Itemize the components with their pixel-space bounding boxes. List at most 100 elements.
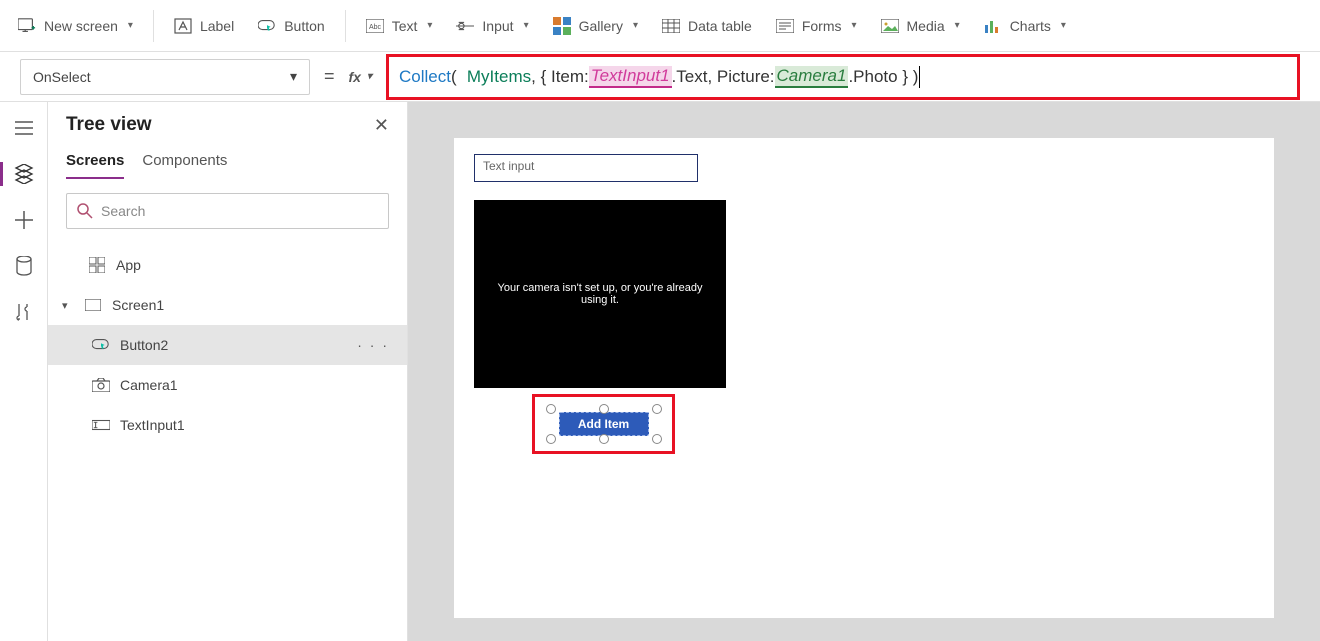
design-canvas[interactable]: Text input Your camera isn't set up, or … — [454, 138, 1274, 618]
resize-handle-sw[interactable] — [546, 434, 556, 444]
token-literal: , { Item: — [531, 67, 589, 87]
search-placeholder: Search — [101, 203, 145, 219]
button-icon — [258, 17, 276, 35]
tree-label: TextInput1 — [120, 417, 185, 433]
button-control-text: Button — [284, 18, 324, 34]
media-icon — [881, 17, 899, 35]
tree-node-screen1[interactable]: ▾ Screen1 — [48, 285, 407, 325]
gallery-button[interactable]: Gallery ▾ — [543, 11, 648, 41]
canvas-button[interactable]: Add Item — [559, 412, 649, 436]
resize-handle-ne[interactable] — [652, 404, 662, 414]
chevron-down-icon: ▾ — [427, 20, 432, 31]
close-icon[interactable]: ✕ — [374, 115, 389, 136]
input-icon — [456, 17, 474, 35]
new-screen-button[interactable]: New screen ▾ — [8, 11, 143, 41]
data-table-icon — [662, 17, 680, 35]
token-ref-textinput: TextInput1 — [589, 66, 672, 88]
canvas-area: Text input Your camera isn't set up, or … — [408, 102, 1320, 641]
property-selector[interactable]: OnSelect ▾ — [20, 59, 310, 95]
search-input[interactable]: Search — [66, 193, 389, 229]
text-cursor — [919, 66, 920, 88]
tree-node-camera1[interactable]: Camera1 — [48, 365, 407, 405]
resize-handle-s[interactable] — [599, 434, 609, 444]
forms-icon — [776, 17, 794, 35]
button-text: Add Item — [578, 417, 629, 431]
highlight-box: Add Item — [532, 394, 675, 454]
charts-button[interactable]: Charts ▾ — [974, 11, 1076, 41]
tree-node-button2[interactable]: Button2 · · · — [48, 325, 407, 365]
text-label: Text — [392, 18, 418, 34]
tree-view-panel: Tree view ✕ Screens Components Search Ap… — [48, 102, 408, 641]
charts-icon — [984, 17, 1002, 35]
tools-icon[interactable] — [12, 300, 36, 324]
fx-button[interactable]: fx ▾ — [349, 69, 372, 85]
tab-components[interactable]: Components — [142, 152, 227, 179]
media-label: Media — [907, 18, 945, 34]
tree-label: App — [116, 257, 141, 273]
insert-icon[interactable] — [12, 208, 36, 232]
new-screen-label: New screen — [44, 18, 118, 34]
more-icon[interactable]: · · · — [357, 337, 389, 353]
textinput-icon — [92, 416, 110, 434]
divider — [345, 10, 346, 42]
canvas-camera[interactable]: Your camera isn't set up, or you're alre… — [474, 200, 726, 388]
tree-label: Button2 — [120, 337, 168, 353]
formula-input[interactable]: Collect( MyItems, { Item: TextInput1.Tex… — [386, 54, 1300, 100]
tree-tabs: Screens Components — [48, 136, 407, 179]
tree-view-icon[interactable] — [12, 162, 36, 186]
gallery-label: Gallery — [579, 18, 623, 34]
forms-button[interactable]: Forms ▾ — [766, 11, 867, 41]
property-name: OnSelect — [33, 69, 91, 85]
token-function: Collect — [399, 67, 451, 87]
active-indicator — [0, 162, 3, 186]
label-button[interactable]: Label — [164, 11, 244, 41]
tree-list: App ▾ Screen1 Button2 · · · Cam — [48, 239, 407, 445]
forms-label: Forms — [802, 18, 842, 34]
token-collection: MyItems — [467, 67, 531, 87]
input-button[interactable]: Input ▾ — [446, 11, 538, 41]
main-area: Tree view ✕ Screens Components Search Ap… — [0, 102, 1320, 641]
new-screen-icon — [18, 17, 36, 35]
data-icon[interactable] — [12, 254, 36, 278]
chevron-down-icon: ▾ — [524, 20, 529, 31]
tree-node-app[interactable]: App — [48, 245, 407, 285]
chevron-down-icon: ▾ — [955, 20, 960, 31]
data-table-button[interactable]: Data table — [652, 11, 762, 41]
text-icon: Abc — [366, 17, 384, 35]
token-paren: ( — [451, 67, 457, 87]
canvas-textinput[interactable]: Text input — [474, 154, 698, 182]
resize-handle-se[interactable] — [652, 434, 662, 444]
chevron-down-icon: ▾ — [128, 20, 133, 31]
media-button[interactable]: Media ▾ — [871, 11, 970, 41]
ribbon-toolbar: New screen ▾ Label Button Abc Text ▾ Inp… — [0, 0, 1320, 52]
token-literal: .Text, Picture: — [672, 67, 775, 87]
hamburger-icon[interactable] — [12, 116, 36, 140]
tab-screens[interactable]: Screens — [66, 152, 124, 179]
text-button[interactable]: Abc Text ▾ — [356, 11, 443, 41]
data-table-label: Data table — [688, 18, 752, 34]
resize-handle-n[interactable] — [599, 404, 609, 414]
divider — [153, 10, 154, 42]
token-ref-camera: Camera1 — [775, 66, 849, 88]
tree-node-textinput1[interactable]: TextInput1 — [48, 405, 407, 445]
selection-wrapper: Add Item — [550, 408, 658, 440]
tree-view-title: Tree view — [66, 114, 152, 136]
chevron-down-icon: ▾ — [633, 20, 638, 31]
button-icon — [92, 336, 110, 354]
formula-bar: OnSelect ▾ = fx ▾ Collect( MyItems, { It… — [0, 52, 1320, 102]
camera-icon — [92, 376, 110, 394]
token-literal: .Photo } ) — [848, 67, 918, 87]
chevron-down-icon: ▾ — [367, 71, 372, 82]
label-text: Label — [200, 18, 234, 34]
tree-label: Screen1 — [112, 297, 164, 313]
app-icon — [88, 256, 106, 274]
chevron-down-icon: ▾ — [290, 68, 297, 85]
equals-sign: = — [324, 66, 335, 87]
gallery-icon — [553, 17, 571, 35]
tree-label: Camera1 — [120, 377, 178, 393]
chevron-down-icon: ▾ — [1061, 20, 1066, 31]
chevron-down-icon: ▾ — [851, 20, 856, 31]
button-control-button[interactable]: Button — [248, 11, 334, 41]
chevron-down-icon: ▾ — [62, 299, 74, 312]
resize-handle-nw[interactable] — [546, 404, 556, 414]
